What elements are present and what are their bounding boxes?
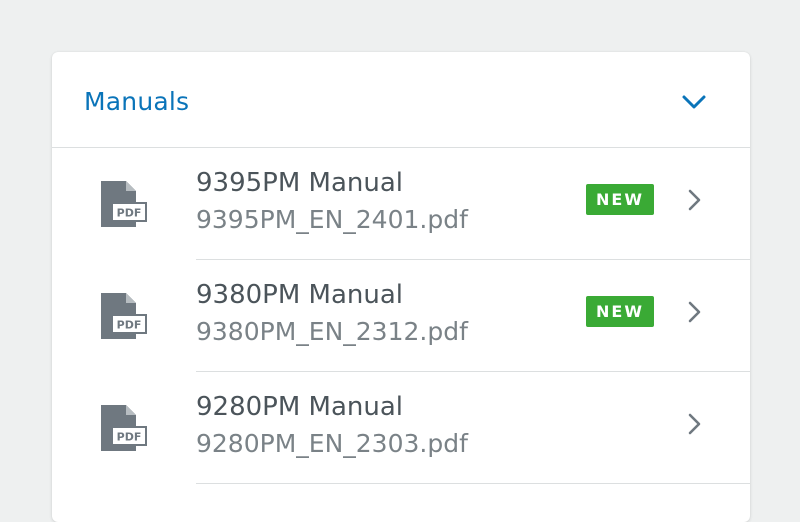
document-filename: 9280PM_EN_2303.pdf	[196, 429, 468, 458]
document-filename: 9395PM_EN_2401.pdf	[196, 205, 468, 234]
open-document-button[interactable]	[680, 186, 708, 214]
open-document-button[interactable]	[680, 298, 708, 326]
manuals-panel: Manuals PDF 9395PM Manual 9395PM_EN_2401…	[52, 52, 750, 522]
document-row[interactable]: PDF 9380PM Manual 9380PM_EN_2312.pdf NEW	[52, 260, 750, 372]
file-icon-label: PDF	[117, 431, 142, 444]
manuals-panel-header[interactable]: Manuals	[52, 52, 750, 148]
chevron-down-icon	[682, 95, 706, 109]
pdf-file-icon: PDF	[101, 181, 147, 227]
document-filename: 9380PM_EN_2312.pdf	[196, 317, 468, 346]
document-title: 9280PM Manual	[196, 392, 404, 422]
document-row[interactable]: PDF 9395PM Manual 9395PM_EN_2401.pdf NEW	[52, 148, 750, 260]
pdf-file-icon: PDF	[101, 405, 147, 451]
collapse-button[interactable]	[678, 86, 710, 118]
file-icon-label: PDF	[117, 207, 142, 220]
new-badge: NEW	[586, 296, 654, 327]
document-row[interactable]: PDF 9280PM Manual 9280PM_EN_2303.pdf	[52, 372, 750, 484]
open-document-button[interactable]	[680, 410, 708, 438]
panel-title: Manuals	[84, 87, 190, 116]
pdf-file-icon: PDF	[101, 293, 147, 339]
chevron-right-icon	[688, 301, 701, 323]
chevron-right-icon	[688, 413, 701, 435]
document-title: 9395PM Manual	[196, 168, 404, 198]
file-icon-label: PDF	[117, 319, 142, 332]
new-badge: NEW	[586, 184, 654, 215]
document-title: 9380PM Manual	[196, 280, 404, 310]
chevron-right-icon	[688, 189, 701, 211]
row-divider	[196, 483, 750, 484]
